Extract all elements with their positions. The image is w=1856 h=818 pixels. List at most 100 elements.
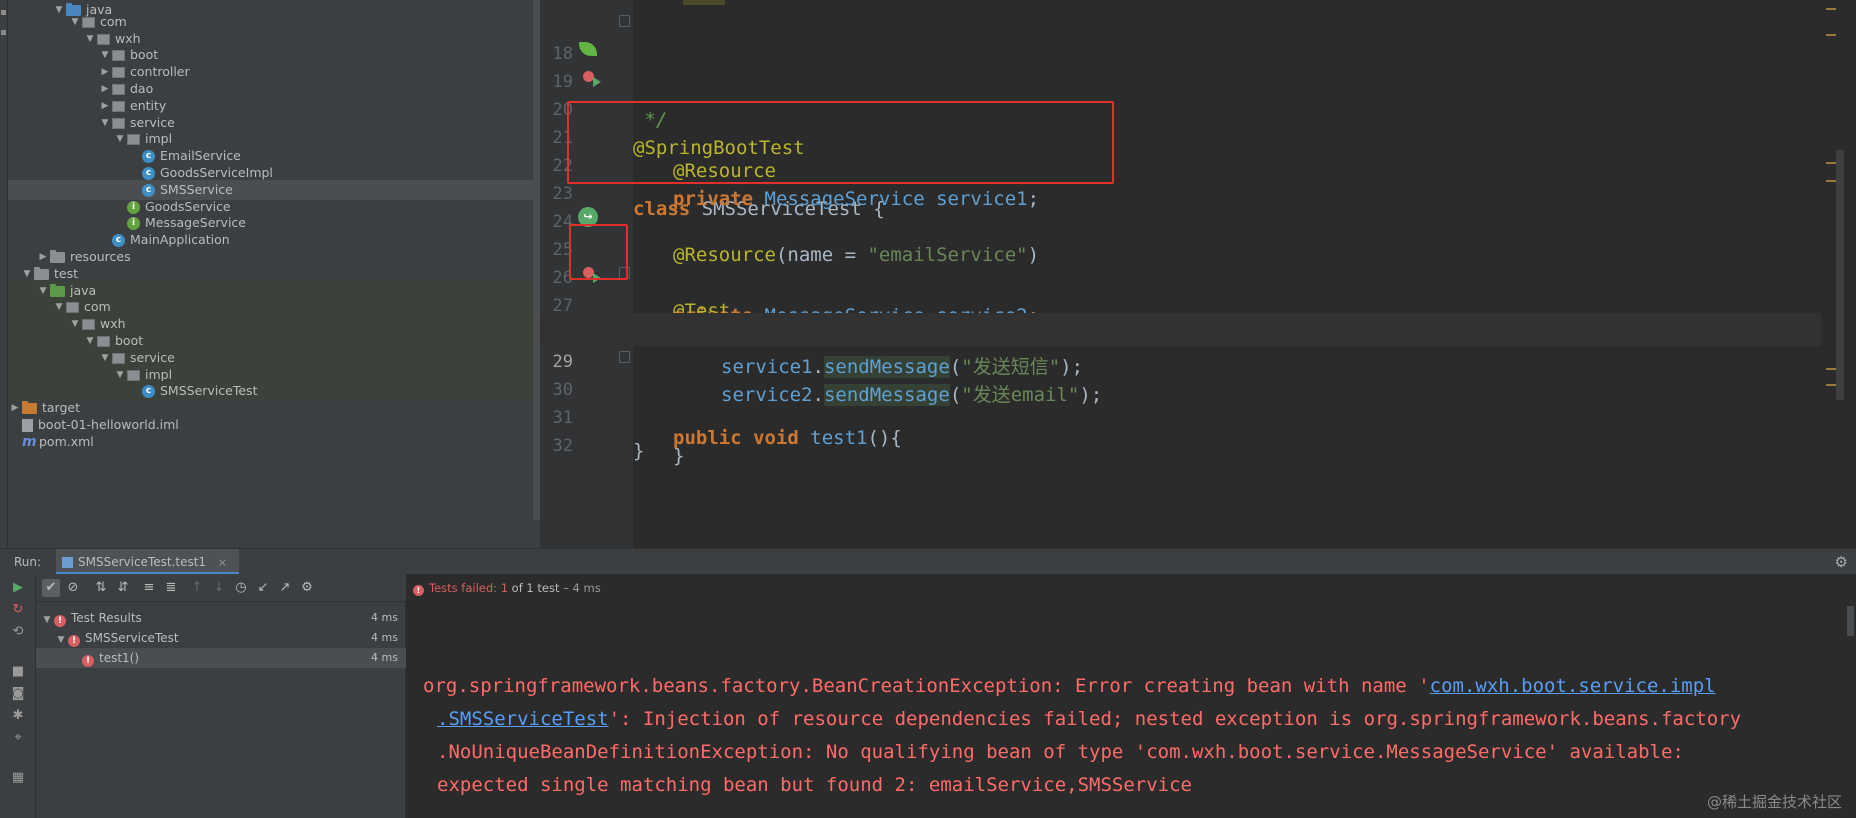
project-tool-icon[interactable]	[1, 10, 6, 15]
package-icon	[82, 17, 95, 28]
rerun-failed-icon[interactable]: ↻	[10, 602, 26, 618]
tree-item-label: MessageService	[145, 215, 246, 230]
gear-icon[interactable]: ⚙	[298, 579, 316, 597]
class-icon: c	[112, 234, 125, 247]
test-row-method[interactable]: ! test1() 4 ms	[36, 648, 406, 668]
show-passed-icon[interactable]: ✔	[42, 579, 60, 597]
package-icon	[112, 353, 125, 364]
tree-item-label: wxh	[115, 31, 141, 46]
tree-item[interactable]: m pom.xml	[8, 432, 540, 452]
tree-item-label: MainApplication	[130, 232, 230, 247]
run-class-icon[interactable]	[593, 77, 601, 87]
tree-item-label: boot-01-helloworld.iml	[38, 417, 179, 432]
toggle-auto-test-icon[interactable]: ⟲	[10, 624, 26, 640]
test-config-icon	[62, 557, 73, 568]
highlight-box-gutter-icon	[569, 224, 628, 280]
test-row-class[interactable]: ▼! SMSServiceTest 4 ms	[36, 628, 406, 648]
test-row-results[interactable]: ▼! Test Results 4 ms	[36, 608, 406, 628]
layout-icon[interactable]: ▦	[10, 770, 26, 786]
tree-item-label: service	[130, 350, 175, 365]
tree-item-label: test	[54, 266, 79, 281]
next-failed-icon[interactable]: ↓	[210, 579, 228, 597]
camera-icon[interactable]: ◙	[10, 686, 26, 702]
tree-item-label: target	[42, 400, 81, 415]
tree-item-label: GoodsService	[145, 199, 231, 214]
run-side-toolbar: ▶ ↻ ⟲ ■ ◙ ✱ ⌖ ▦	[0, 574, 36, 818]
package-icon	[112, 50, 125, 61]
test-duration: 4 ms	[371, 651, 398, 664]
test-row-label: test1()	[99, 651, 140, 665]
scroll-mark	[1826, 368, 1836, 370]
chevron-down-icon[interactable]: ▼	[54, 630, 68, 650]
project-tree-scrollbar[interactable]	[533, 0, 540, 520]
scroll-mark	[1826, 180, 1836, 182]
project-tree: ▼ java ▼ com ▼ wxh ▼ boot ▶ controller ▶ dao ▶ entity…	[8, 0, 540, 548]
file-icon	[22, 419, 33, 432]
settings-icon[interactable]: ✱	[10, 708, 26, 724]
editor-scrollbar[interactable]	[1836, 150, 1844, 400]
tree-item-label: com	[84, 299, 111, 314]
punctuation: (){	[867, 427, 902, 449]
test-status-bar: ! Tests failed: 1 of 1 test – 4 ms	[407, 574, 601, 602]
test-results-tree: ▼! Test Results 4 ms ▼! SMSServiceTest 4 m…	[36, 602, 406, 818]
code-line-32[interactable]: 32	[541, 397, 1821, 456]
console-text: .NoUniqueBeanDefinitionException: No qua…	[437, 741, 1684, 763]
history-icon[interactable]: ◷	[232, 579, 250, 597]
export-icon[interactable]: ↗	[276, 579, 294, 597]
class-icon: c	[142, 385, 155, 398]
fold-icon[interactable]	[619, 351, 630, 363]
highlight-box-resource-field	[567, 101, 1114, 184]
fold-icon[interactable]	[619, 15, 630, 27]
code-editor[interactable]: 18 */ 19 @SpringBootTest 20 class SMSSer…	[540, 0, 1856, 548]
scroll-mark	[1826, 8, 1836, 10]
code-text: }	[673, 445, 685, 467]
tree-item-label: controller	[130, 64, 190, 79]
package-icon	[82, 319, 95, 330]
package-icon	[97, 34, 110, 45]
scroll-mark	[1826, 34, 1836, 36]
tree-item-label: SMSService	[160, 182, 233, 197]
test-toolbar: ✔ ⊘ ⇅ ⇵ ≡ ≣ ↑ ↓ ◷ ↙ ↗ ⚙	[36, 574, 406, 602]
test-row-label: SMSServiceTest	[85, 631, 179, 645]
scroll-mark	[1826, 384, 1836, 386]
package-icon	[66, 302, 79, 313]
run-tab-title: SMSServiceTest.test1	[78, 555, 207, 569]
package-icon	[112, 101, 125, 112]
sort-duration-icon[interactable]: ⇵	[114, 579, 132, 597]
rerun-icon[interactable]: ▶	[10, 580, 26, 596]
folder-icon	[50, 250, 65, 263]
console-scrollbar[interactable]	[1847, 606, 1854, 636]
console-link[interactable]: .SMSServiceTest	[437, 708, 609, 730]
package-icon	[127, 134, 140, 145]
structure-tool-icon[interactable]	[1, 30, 6, 35]
keyword: public void	[673, 427, 811, 449]
console-link[interactable]: com.wxh.boot.service.impl	[1430, 675, 1716, 697]
tree-item-label: boot	[130, 47, 159, 62]
expand-all-icon[interactable]: ≡	[140, 579, 158, 597]
console-output[interactable]: ! Tests failed: 1 of 1 test – 4 ms org.sp…	[407, 574, 1856, 818]
gear-icon[interactable]: ⚙	[1835, 553, 1848, 571]
previous-failed-icon[interactable]: ↑	[188, 579, 206, 597]
console-text: ': Injection of resource dependencies fa…	[608, 708, 1742, 730]
run-tab[interactable]: SMSServiceTest.test1 ×	[56, 549, 240, 575]
sort-alpha-icon[interactable]: ⇅	[92, 579, 110, 597]
package-icon	[112, 84, 125, 95]
tree-item-label: boot	[115, 333, 144, 348]
tree-item-label: pom.xml	[39, 434, 94, 449]
class-icon: c	[142, 150, 155, 163]
status-failed-label: Tests failed:	[429, 581, 501, 595]
chevron-down-icon[interactable]: ▼	[40, 610, 54, 630]
left-tool-strip	[0, 0, 8, 548]
test-row-label: Test Results	[71, 611, 142, 625]
test-duration: 4 ms	[371, 611, 398, 624]
spring-bean-icon[interactable]	[579, 42, 597, 56]
show-ignored-icon[interactable]: ⊘	[64, 579, 82, 597]
tree-item-label: entity	[130, 98, 167, 113]
import-icon[interactable]: ↙	[254, 579, 272, 597]
close-icon[interactable]: ×	[218, 556, 227, 569]
collapse-all-icon[interactable]: ≣	[162, 579, 180, 597]
status-total: of 1 test	[508, 581, 560, 595]
stop-icon[interactable]: ■	[10, 664, 26, 680]
package-icon	[112, 67, 125, 78]
pin-icon[interactable]: ⌖	[10, 730, 26, 746]
